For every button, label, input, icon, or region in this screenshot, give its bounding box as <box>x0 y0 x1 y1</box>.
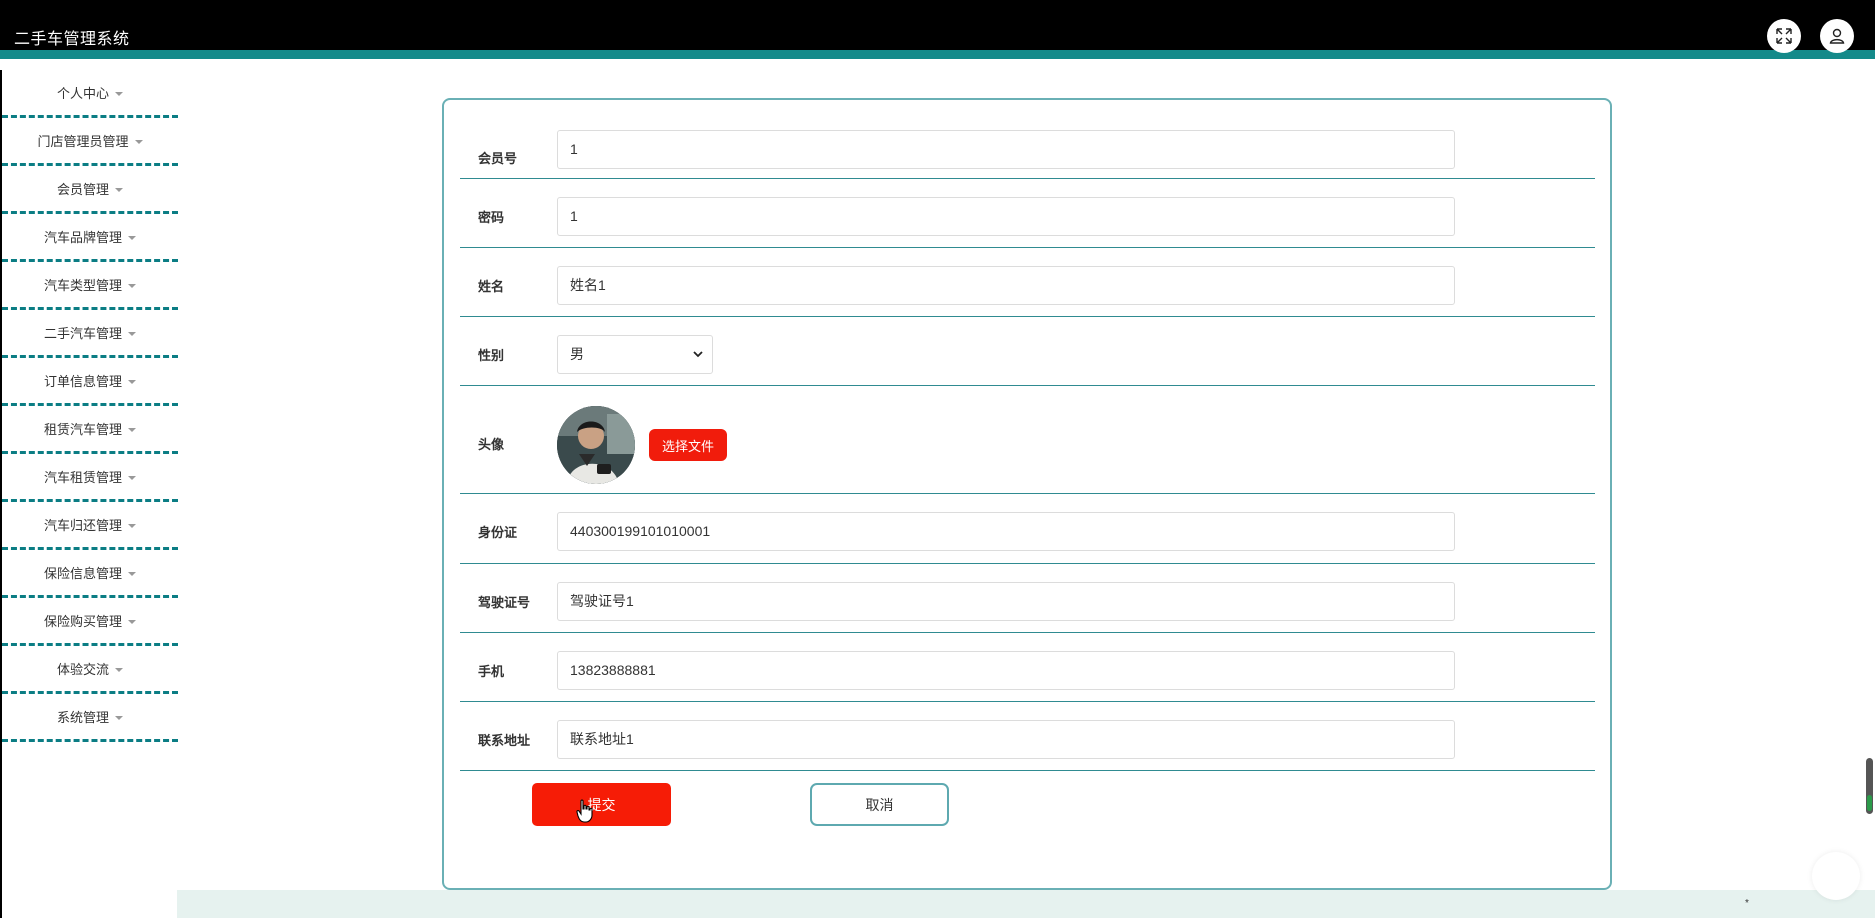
password-label: 密码 <box>478 210 505 225</box>
top-header: 二手车管理系统 <box>0 0 1875 59</box>
caret-down-icon <box>128 475 136 480</box>
sidebar-item-rental-car[interactable]: 租赁汽车管理 <box>2 406 178 454</box>
sidebar-item-label: 系统管理 <box>56 710 109 725</box>
sidebar-item-label: 体验交流 <box>56 662 109 677</box>
name-input[interactable]: 姓名1 <box>557 266 1455 305</box>
sidebar-item-personal-center[interactable]: 个人中心 <box>2 70 178 118</box>
license-label: 驾驶证号 <box>478 595 531 610</box>
member-edit-form: 会员号 1 密码 1 姓名 姓名1 性别 男 头像 选择文件 身份证 44030… <box>442 98 1612 890</box>
app-title: 二手车管理系统 <box>14 31 130 48</box>
caret-down-icon <box>115 667 123 672</box>
sidebar-item-label: 会员管理 <box>56 182 109 197</box>
avatar-image <box>557 406 635 484</box>
sidebar-item-label: 汽车租赁管理 <box>43 470 122 485</box>
sidebar-menu: 个人中心 门店管理员管理 会员管理 汽车品牌管理 汽车类型管理 二手汽车管理 订… <box>0 70 178 918</box>
cancel-button[interactable]: 取消 <box>810 783 949 826</box>
caret-down-icon <box>128 619 136 624</box>
caret-down-icon <box>128 523 136 528</box>
sidebar-item-insurance-info[interactable]: 保险信息管理 <box>2 550 178 598</box>
scrollbar-indicator <box>1867 795 1872 811</box>
form-row-phone: 手机 13823888881 <box>460 633 1595 702</box>
sidebar-item-label: 汽车品牌管理 <box>43 230 122 245</box>
footer-band <box>177 890 1875 918</box>
footer-mark: * <box>1745 898 1749 909</box>
avatar-label: 头像 <box>478 437 505 452</box>
password-input[interactable]: 1 <box>557 197 1455 236</box>
sidebar-item-car-brand[interactable]: 汽车品牌管理 <box>2 214 178 262</box>
sidebar-item-label: 个人中心 <box>56 86 109 101</box>
user-icon[interactable] <box>1820 19 1854 53</box>
form-row-member-no: 会员号 1 <box>460 130 1595 179</box>
sidebar-item-order[interactable]: 订单信息管理 <box>2 358 178 406</box>
form-row-gender: 性别 男 <box>460 317 1595 386</box>
sidebar-item-label: 订单信息管理 <box>43 374 122 389</box>
submit-button[interactable]: 提交 <box>532 783 671 826</box>
form-row-license: 驾驶证号 驾驶证号1 <box>460 564 1595 633</box>
choose-file-button[interactable]: 选择文件 <box>649 429 727 461</box>
caret-down-icon <box>128 331 136 336</box>
sidebar-item-store-admin[interactable]: 门店管理员管理 <box>2 118 178 166</box>
form-row-address: 联系地址 联系地址1 <box>460 702 1595 771</box>
address-input[interactable]: 联系地址1 <box>557 720 1455 759</box>
member-no-input[interactable]: 1 <box>557 130 1455 169</box>
caret-down-icon <box>134 139 143 144</box>
chevron-down-icon <box>693 351 703 358</box>
address-label: 联系地址 <box>478 733 531 748</box>
sidebar-item-used-car[interactable]: 二手汽车管理 <box>2 310 178 358</box>
caret-down-icon <box>115 715 123 720</box>
sidebar-item-system[interactable]: 系统管理 <box>2 694 178 742</box>
name-label: 姓名 <box>478 279 505 294</box>
back-to-top-button[interactable] <box>1812 852 1860 900</box>
sidebar-item-member[interactable]: 会员管理 <box>2 166 178 214</box>
caret-down-icon <box>128 235 136 240</box>
caret-down-icon <box>115 91 123 96</box>
sidebar-item-label: 二手汽车管理 <box>43 326 122 341</box>
sidebar-item-experience[interactable]: 体验交流 <box>2 646 178 694</box>
fullscreen-icon[interactable] <box>1767 19 1801 53</box>
id-card-label: 身份证 <box>478 525 518 540</box>
caret-down-icon <box>128 283 136 288</box>
phone-label: 手机 <box>478 664 505 679</box>
form-row-name: 姓名 姓名1 <box>460 248 1595 317</box>
form-row-avatar: 头像 选择文件 <box>460 386 1595 494</box>
form-row-id-card: 身份证 440300199101010001 <box>460 494 1595 564</box>
sidebar-item-label: 租赁汽车管理 <box>43 422 122 437</box>
license-input[interactable]: 驾驶证号1 <box>557 582 1455 621</box>
sidebar-item-label: 门店管理员管理 <box>37 134 129 149</box>
form-row-password: 密码 1 <box>460 179 1595 248</box>
gender-select[interactable]: 男 <box>557 335 713 374</box>
gender-selected-value: 男 <box>570 346 584 362</box>
sidebar-item-label: 汽车归还管理 <box>43 518 122 533</box>
sidebar-item-car-return[interactable]: 汽车归还管理 <box>2 502 178 550</box>
sidebar-item-car-rental[interactable]: 汽车租赁管理 <box>2 454 178 502</box>
sidebar-item-label: 保险购买管理 <box>43 614 122 629</box>
page-scrollbar[interactable] <box>1866 758 1873 814</box>
sidebar-item-label: 汽车类型管理 <box>43 278 122 293</box>
caret-down-icon <box>115 187 123 192</box>
sidebar-item-car-type[interactable]: 汽车类型管理 <box>2 262 178 310</box>
sidebar-item-insurance-purchase[interactable]: 保险购买管理 <box>2 598 178 646</box>
caret-down-icon <box>128 379 136 384</box>
caret-down-icon <box>128 427 136 432</box>
member-no-label: 会员号 <box>478 151 518 166</box>
gender-label: 性别 <box>478 348 505 363</box>
caret-down-icon <box>128 571 136 576</box>
phone-input[interactable]: 13823888881 <box>557 651 1455 690</box>
sidebar-item-label: 保险信息管理 <box>43 566 122 581</box>
id-card-input[interactable]: 440300199101010001 <box>557 512 1455 551</box>
